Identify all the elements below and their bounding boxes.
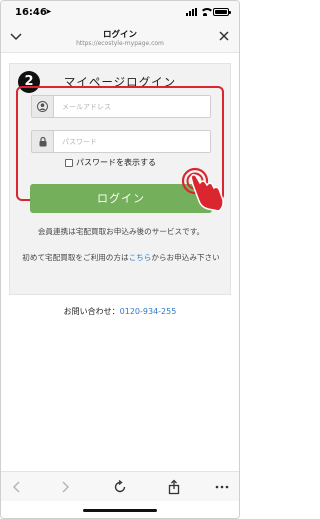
show-password-row[interactable]: パスワードを表示する (65, 157, 156, 168)
tap-hand-icon (181, 167, 224, 212)
battery-icon (213, 8, 231, 16)
reload-icon[interactable] (112, 479, 128, 495)
signal-icon (186, 8, 197, 16)
location-arrow-icon: ➤ (45, 7, 52, 16)
more-icon[interactable] (214, 479, 230, 495)
password-placeholder: パスワード (62, 138, 97, 146)
lock-icon (32, 131, 54, 152)
phone-screen: 16:46 ➤ ログイン https://ecostyle-mypage.com… (0, 0, 240, 519)
user-icon (32, 96, 54, 117)
password-field[interactable]: パスワード (31, 130, 211, 153)
close-icon[interactable] (217, 29, 231, 43)
status-bar: 16:46 ➤ (1, 1, 239, 23)
first-time-note-suffix: からお申込み下さい (151, 253, 220, 262)
page-url: https://ecostyle-mypage.com (76, 40, 164, 47)
forward-icon[interactable] (57, 479, 73, 495)
home-indicator (83, 509, 157, 512)
email-field[interactable]: メールアドレス (31, 95, 211, 118)
status-time: 16:46 (15, 7, 47, 18)
browser-toolbar (1, 471, 239, 501)
contact-label: お問い合わせ： (63, 307, 120, 316)
here-link[interactable]: こちら (129, 253, 152, 262)
share-icon[interactable] (166, 479, 182, 495)
email-placeholder: メールアドレス (62, 103, 111, 111)
browser-header: ログイン https://ecostyle-mypage.com (1, 23, 239, 53)
wifi-icon (200, 8, 214, 16)
contact-line: お問い合わせ：0120-934-255 (1, 306, 239, 317)
show-password-checkbox[interactable] (65, 158, 73, 167)
first-time-note-prefix: 初めて宅配買取をご利用の方は (22, 253, 129, 262)
first-time-note: 初めて宅配買取をご利用の方はこちらからお申込み下さい (21, 251, 221, 264)
membership-note: 会員連携は宅配買取お申込み後のサービスです。 (37, 227, 205, 236)
contact-phone-link[interactable]: 0120-934-255 (120, 307, 177, 316)
page-title: ログイン (102, 30, 137, 40)
back-icon[interactable] (9, 479, 25, 495)
show-password-label: パスワードを表示する (76, 158, 156, 167)
